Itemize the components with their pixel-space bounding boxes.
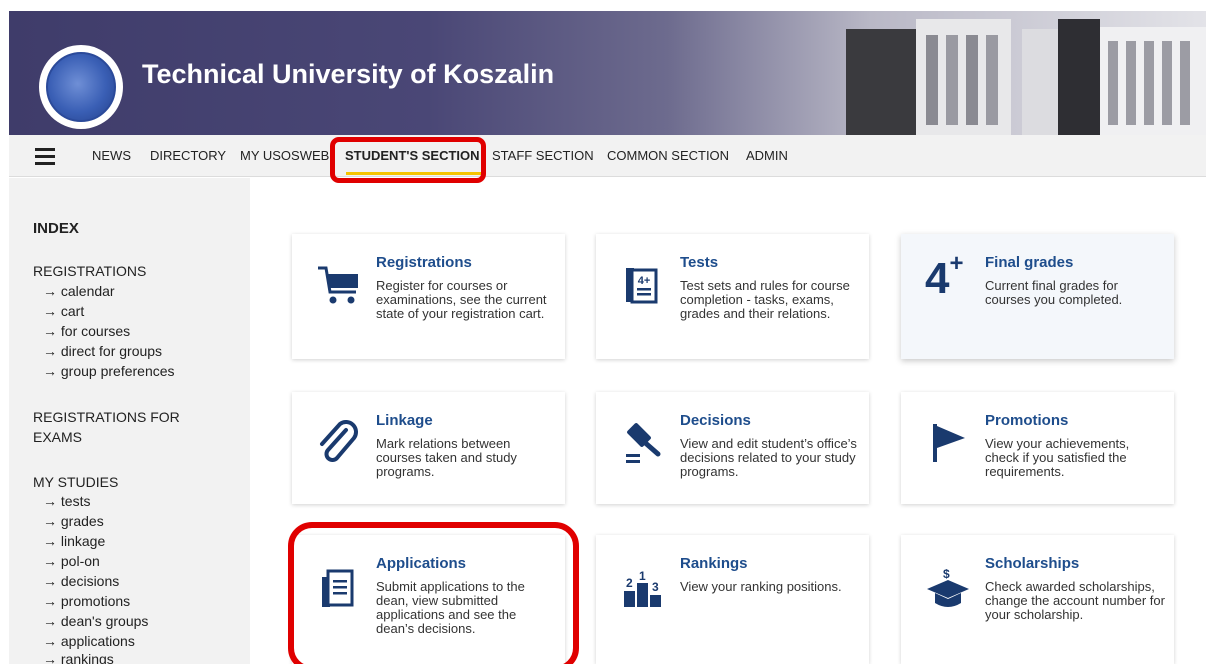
card-linkage[interactable]: Linkage Mark relations between courses t… (292, 392, 565, 504)
sidebar-item-tests[interactable]: → tests (43, 491, 90, 511)
card-description: Test sets and rules for course completio… (680, 278, 850, 321)
card-description: View your ranking positions. (680, 579, 842, 594)
active-tab-underline (346, 172, 482, 175)
card-description: Register for courses or examinations, se… (376, 278, 547, 321)
card-title: Tests (680, 254, 719, 271)
gavel-icon (626, 423, 661, 463)
sidebar-item-grades[interactable]: → grades (43, 511, 104, 531)
card-title: Applications (376, 555, 467, 572)
sidebar-item-deans-groups[interactable]: → dean's groups (43, 611, 148, 631)
sidebar-index-heading[interactable]: INDEX (33, 220, 79, 237)
sidebar-item-pol-on[interactable]: → pol-on (43, 551, 100, 571)
card-description: Submit applications to the dean, view su… (376, 579, 525, 636)
sidebar-item-rankings[interactable]: → rankings (43, 649, 114, 664)
header-banner: Technical University of Koszalin (9, 11, 1206, 135)
card-rankings[interactable]: 2 1 3 Rankings View your ranking positio… (596, 535, 869, 664)
nav-staff-section[interactable]: STAFF SECTION (492, 148, 594, 163)
card-description: Check awarded scholarships, change the a… (985, 579, 1165, 622)
card-decisions[interactable]: Decisions View and edit student’s office… (596, 392, 869, 504)
paperclip-icon (320, 420, 358, 462)
nav-my-usosweb[interactable]: MY USOSWEB (240, 148, 329, 163)
svg-text:2: 2 (626, 576, 633, 590)
sidebar-item-applications[interactable]: → applications (43, 631, 135, 651)
svg-text:$: $ (943, 567, 950, 581)
svg-text:4+: 4+ (638, 275, 651, 287)
sidebar-item-decisions[interactable]: → decisions (43, 571, 119, 591)
nav-admin[interactable]: ADMIN (746, 148, 788, 163)
card-registrations[interactable]: Registrations Register for courses or ex… (292, 234, 565, 359)
sidebar-heading-registrations-for-exams[interactable]: REGISTRATIONS FOR EXAMS (33, 407, 223, 447)
sidebar-item-for-courses[interactable]: → for courses (43, 321, 130, 341)
card-title: Decisions (680, 412, 751, 429)
card-scholarships[interactable]: $ Scholarships Check awarded scholarship… (901, 535, 1174, 664)
sidebar-heading-my-studies[interactable]: MY STUDIES (33, 472, 118, 492)
nav-students-section[interactable]: STUDENT'S SECTION (345, 148, 480, 163)
card-title: Final grades (985, 254, 1074, 271)
card-title: Linkage (376, 412, 433, 429)
podium-icon: 2 1 3 (624, 569, 661, 607)
flag-icon (933, 424, 965, 462)
card-description: View your achievements, check if you sat… (985, 436, 1130, 479)
grade-icon: 4+ (925, 250, 964, 303)
card-title: Registrations (376, 254, 472, 271)
nav-news[interactable]: NEWS (92, 148, 131, 163)
document-icon (322, 569, 354, 607)
svg-text:1: 1 (639, 569, 646, 583)
card-description: View and edit student’s office’s decisio… (680, 436, 857, 479)
sidebar-item-direct-for-groups[interactable]: → direct for groups (43, 341, 162, 361)
card-title: Scholarships (985, 555, 1080, 572)
sidebar: INDEX REGISTRATIONS → calendar → cart → … (9, 178, 250, 664)
card-description: Current final grades for courses you com… (985, 278, 1123, 307)
nav-common-section[interactable]: COMMON SECTION (607, 148, 729, 163)
card-final-grades[interactable]: 4+ Final grades Current final grades for… (901, 234, 1174, 359)
svg-text:3: 3 (652, 580, 659, 594)
hamburger-menu-icon[interactable] (35, 148, 55, 165)
nav-directory[interactable]: DIRECTORY (150, 148, 226, 163)
card-promotions[interactable]: Promotions View your achievements, check… (901, 392, 1174, 504)
main-nav: NEWS DIRECTORY MY USOSWEB STUDENT'S SECT… (9, 135, 1206, 177)
card-description: Mark relations between courses taken and… (376, 436, 517, 479)
building-image (846, 19, 1206, 135)
cart-icon (318, 266, 358, 304)
test-sheet-icon: 4+ (626, 268, 658, 304)
sidebar-item-cart[interactable]: → cart (43, 301, 84, 321)
card-title: Rankings (680, 555, 748, 572)
sidebar-item-group-preferences[interactable]: → group preferences (43, 361, 175, 381)
university-title[interactable]: Technical University of Koszalin (142, 59, 554, 90)
sidebar-item-calendar[interactable]: → calendar (43, 281, 115, 301)
sidebar-item-linkage[interactable]: → linkage (43, 531, 105, 551)
sidebar-item-promotions[interactable]: → promotions (43, 591, 130, 611)
graduation-cap-icon: $ (927, 567, 969, 607)
university-logo[interactable] (39, 45, 123, 129)
sidebar-heading-registrations[interactable]: REGISTRATIONS (33, 261, 146, 281)
card-applications[interactable]: Applications Submit applications to the … (292, 535, 565, 664)
card-tests[interactable]: 4+ Tests Test sets and rules for course … (596, 234, 869, 359)
card-title: Promotions (985, 412, 1069, 429)
